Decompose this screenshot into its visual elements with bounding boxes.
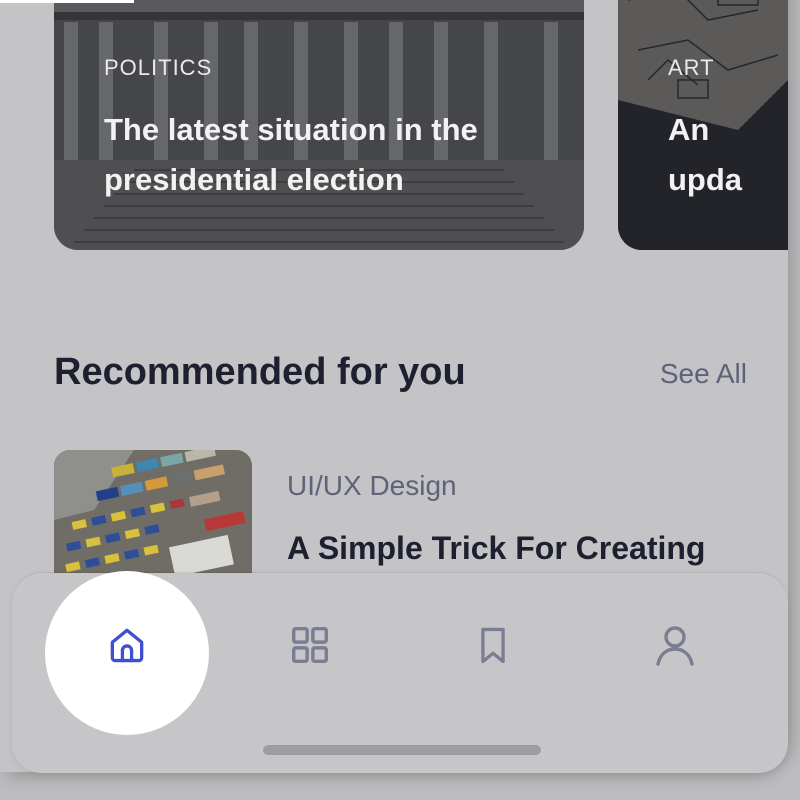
section-title: Recommended for you bbox=[54, 351, 466, 393]
recommended-title[interactable]: A Simple Trick For Creating bbox=[287, 530, 705, 567]
featured-title: An upda page bbox=[668, 112, 743, 197]
nav-categories-button[interactable] bbox=[280, 615, 340, 675]
bookmark-icon bbox=[481, 627, 505, 664]
profile-icon bbox=[656, 626, 694, 666]
home-icon bbox=[110, 628, 144, 663]
home-indicator-bar[interactable] bbox=[263, 745, 541, 755]
recommended-category: UI/UX Design bbox=[287, 470, 457, 501]
featured-category-label: POLITICS bbox=[104, 55, 213, 80]
featured-category-label: ART bbox=[668, 55, 715, 80]
featured-title: The latest situation in the presidential… bbox=[104, 112, 478, 197]
see-all-link[interactable]: See All bbox=[660, 358, 747, 390]
nav-bookmarks-button[interactable] bbox=[463, 615, 523, 675]
nav-home-button[interactable] bbox=[97, 615, 157, 675]
app-screen: POLITICS The latest situation in the pre… bbox=[0, 0, 800, 800]
grid-icon bbox=[291, 626, 329, 664]
bottom-nav-bar bbox=[12, 571, 788, 773]
nav-profile-button[interactable] bbox=[645, 615, 705, 675]
status-corner-mark bbox=[0, 0, 134, 3]
featured-card-politics[interactable]: POLITICS The latest situation in the pre… bbox=[54, 0, 584, 250]
featured-card-art[interactable]: ART An upda page bbox=[618, 0, 788, 250]
